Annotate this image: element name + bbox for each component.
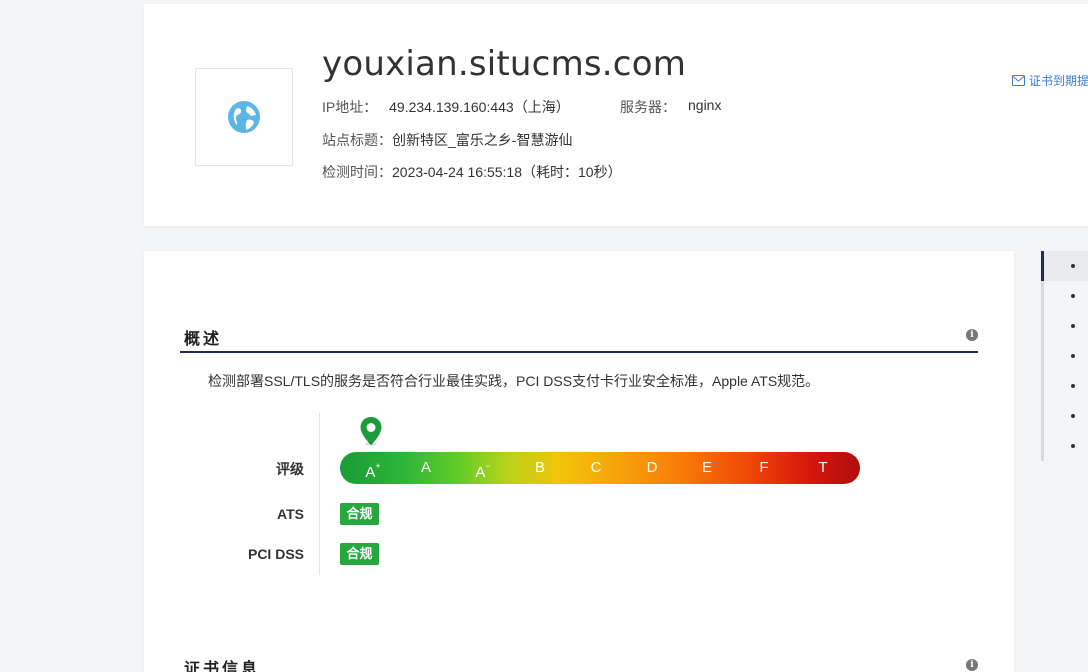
check-time-value: 2023-04-24 16:55:18（耗时：10秒） xyxy=(392,164,622,180)
bullet-icon xyxy=(1071,414,1075,418)
side-nav-item[interactable] xyxy=(1044,431,1088,461)
site-title-value: 创新特区_富乐之乡-智慧游仙 xyxy=(392,132,573,148)
cert-expiry-link[interactable]: 证书到期提 xyxy=(1012,72,1088,89)
side-nav xyxy=(1041,251,1088,461)
side-nav-item[interactable] xyxy=(1044,401,1088,431)
grade-4: B xyxy=(534,459,546,476)
bullet-icon xyxy=(1071,384,1075,388)
side-nav-item[interactable] xyxy=(1044,281,1088,311)
server-label: 服务器： xyxy=(620,99,676,115)
bullet-icon xyxy=(1071,324,1075,328)
ats-label: ATS xyxy=(277,506,304,522)
site-title-row: 站点标题：创新特区_富乐之乡-智慧游仙 xyxy=(322,130,572,150)
cert-info-title: 证书信息 xyxy=(184,661,261,672)
grade-5: C xyxy=(590,459,602,476)
pci-dss-status-badge: 合规 xyxy=(340,543,379,565)
overview-header: 概述 i xyxy=(180,323,978,353)
bullet-icon xyxy=(1071,264,1075,268)
side-nav-item[interactable] xyxy=(1041,251,1088,281)
bullet-icon xyxy=(1071,294,1075,298)
grade-6: D xyxy=(646,459,658,476)
ip-row: IP地址： 49.234.139.160:443（上海） xyxy=(322,97,570,117)
site-title-label: 站点标题： xyxy=(322,132,392,148)
site-summary-card: youxian.situcms.com IP地址： 49.234.139.160… xyxy=(144,4,1088,226)
grade-8: F xyxy=(759,459,769,476)
check-time-row: 检测时间：2023-04-24 16:55:18（耗时：10秒） xyxy=(322,162,622,182)
check-time-label: 检测时间： xyxy=(322,164,392,180)
page: youxian.situcms.com IP地址： 49.234.139.160… xyxy=(0,0,1088,672)
info-icon[interactable]: i xyxy=(966,329,978,341)
domain-title: youxian.situcms.com xyxy=(322,44,687,84)
grade-2: A xyxy=(420,459,432,476)
side-nav-item[interactable] xyxy=(1044,341,1088,371)
side-nav-item[interactable] xyxy=(1044,311,1088,341)
pci-dss-label: PCI DSS xyxy=(247,546,304,562)
server-value: nginx xyxy=(688,97,722,113)
globe-icon xyxy=(228,101,260,133)
grade-pin-icon xyxy=(360,417,382,446)
rating-label: 评级 xyxy=(276,461,304,477)
ip-label: IP地址： xyxy=(322,99,378,115)
bullet-icon xyxy=(1071,444,1075,448)
ip-value: 49.234.139.160:443（上海） xyxy=(389,99,570,115)
mail-icon xyxy=(1012,75,1025,86)
bullet-icon xyxy=(1071,354,1075,358)
ats-status-badge: 合规 xyxy=(340,503,379,525)
side-nav-item[interactable] xyxy=(1044,371,1088,401)
grade-7: E xyxy=(701,459,713,476)
cert-info-header: 证书信息 i xyxy=(180,653,978,672)
grade-9: T xyxy=(818,459,828,476)
overview-title: 概述 xyxy=(184,331,223,348)
site-favicon xyxy=(195,68,293,166)
grade-scale: A+ A A− B C D E F T xyxy=(340,452,860,484)
cert-expiry-link-label[interactable]: 证书到期提 xyxy=(1029,72,1088,89)
grade-3: A− xyxy=(475,461,491,481)
report-card: 概述 i 检测部署SSL/TLS的服务是否符合行业最佳实践，PCI DSS支付卡… xyxy=(144,251,1014,672)
info-icon[interactable]: i xyxy=(966,659,978,671)
divider xyxy=(319,413,320,575)
grade-1: A+ xyxy=(365,461,381,481)
overview-description: 检测部署SSL/TLS的服务是否符合行业最佳实践，PCI DSS支付卡行业安全标… xyxy=(208,373,820,389)
